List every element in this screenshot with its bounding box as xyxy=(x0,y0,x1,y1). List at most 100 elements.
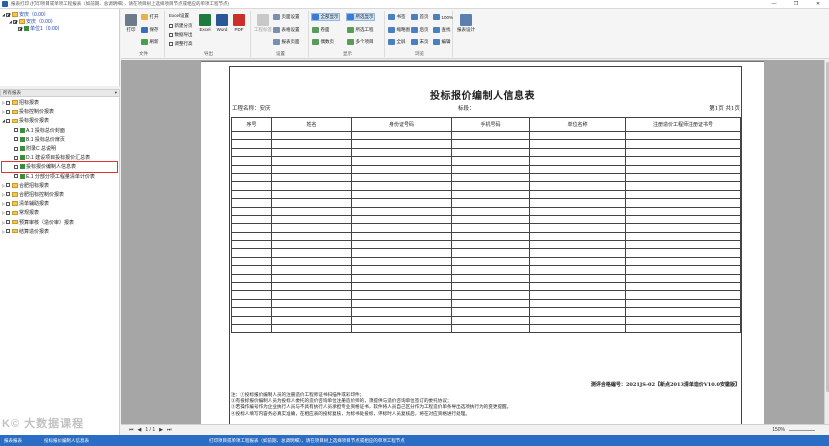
table-cell xyxy=(451,156,530,166)
project-tree-node[interactable]: ◢ 安庆（0.00） xyxy=(2,18,117,25)
report-folder-item[interactable]: ▷ 常规报表 xyxy=(2,208,117,217)
checkbox[interactable] xyxy=(169,33,173,37)
new-sheet-checkbox[interactable]: 新建分页 xyxy=(169,23,193,29)
checkbox[interactable] xyxy=(6,118,10,123)
report-item[interactable]: 附录C 总说明 xyxy=(2,144,117,153)
last-page-icon[interactable]: ⏭ xyxy=(167,427,172,433)
report-folder-item[interactable]: ▷ 合肥招标报表 xyxy=(2,181,117,190)
report-item[interactable]: A.1 投标总价封面 xyxy=(2,126,117,135)
table-cell xyxy=(529,323,626,334)
report-settings-button[interactable]: 报表页面 xyxy=(273,39,300,45)
checkbox[interactable] xyxy=(14,164,18,169)
data-only-checkbox[interactable]: 数据导出 xyxy=(169,32,193,38)
save-button[interactable]: 保存 xyxy=(141,27,159,33)
report-folder-item[interactable]: ▷ 预算审核（造价审）报表 xyxy=(2,217,117,226)
project-tree-node[interactable]: 单位1（0.00） xyxy=(2,25,117,32)
checkbox[interactable] xyxy=(169,42,173,46)
refresh-icon xyxy=(141,39,148,45)
export-excel-button[interactable]: Excel xyxy=(199,14,211,32)
checkbox[interactable] xyxy=(18,26,22,31)
table-cell xyxy=(231,315,272,326)
report-folder-item[interactable]: ▷ 合肥招标控制价报表 xyxy=(2,190,117,199)
first-page-button[interactable]: 首页 xyxy=(411,14,429,20)
table-row xyxy=(231,231,741,242)
prev-page-icon xyxy=(411,27,418,33)
print-label: 打印 xyxy=(126,27,136,32)
report-item[interactable]: 投标报价编制人信息表 xyxy=(1,161,118,173)
even-page-button[interactable]: 偶数页 xyxy=(312,39,334,45)
report-folder-item[interactable]: ▷ 招标报表 xyxy=(2,98,117,107)
last-page-button[interactable]: 末页 xyxy=(411,39,429,45)
selected-show-button[interactable]: 所选显示 xyxy=(346,13,375,21)
checkbox[interactable] xyxy=(14,155,18,160)
report-folder-item[interactable]: ▷ 结算造价报表 xyxy=(2,227,117,236)
checkbox[interactable] xyxy=(14,128,18,133)
table-settings-button[interactable]: 表格设置 xyxy=(273,27,300,33)
filter-project-button[interactable]: 所选工程 xyxy=(347,27,374,33)
checkbox[interactable] xyxy=(6,220,10,225)
cover-button[interactable]: 卷面 xyxy=(312,27,330,33)
report-item-label: 常规报表 xyxy=(19,210,40,217)
edit-button[interactable]: 编辑 xyxy=(433,39,451,45)
project-tree-node[interactable]: ◢ 安庆（0.00） xyxy=(2,11,117,18)
page-setup-button[interactable]: 页面设置 xyxy=(273,14,300,20)
vertical-scrollbar[interactable] xyxy=(824,60,829,435)
workbook-label-button[interactable]: 工程标签 xyxy=(254,14,272,33)
report-design-button[interactable]: 报表设计 xyxy=(457,14,475,33)
prev-page-button[interactable]: 后页 xyxy=(411,27,429,33)
table-cell xyxy=(529,130,626,141)
find-button[interactable]: 查找 xyxy=(433,27,451,33)
close-button[interactable]: ✕ xyxy=(807,0,829,9)
table-cell xyxy=(625,139,741,149)
report-filter-dropdown[interactable]: 所有报表 ▾ xyxy=(0,89,120,97)
checkbox[interactable] xyxy=(6,201,10,206)
report-folder-item[interactable]: ▷ 清单辅助报表 xyxy=(2,199,117,208)
table-row xyxy=(231,298,741,309)
minimize-button[interactable]: — xyxy=(763,0,785,9)
zoom-button[interactable]: 100% xyxy=(433,14,453,20)
report-title: 投标报价编制人信息表 xyxy=(430,91,535,102)
report-item[interactable]: D.1 建设项目投标报价汇总表 xyxy=(2,153,117,162)
full-width-button[interactable]: 全屏 xyxy=(388,39,406,45)
status-left: 报表报表 xyxy=(4,437,22,443)
excel-settings-button[interactable]: Excel设置 xyxy=(169,13,189,19)
checkbox[interactable] xyxy=(6,229,10,234)
bookmark-button[interactable]: 书签 xyxy=(388,14,406,20)
open-button[interactable]: 打开 xyxy=(141,14,159,20)
checkbox[interactable] xyxy=(14,137,18,142)
first-page-icon[interactable]: ⏮ xyxy=(129,427,134,433)
checkbox[interactable] xyxy=(14,174,18,179)
checkbox[interactable] xyxy=(169,24,173,28)
table-cell xyxy=(529,265,626,275)
multi-item-button[interactable]: 多个项目 xyxy=(347,39,374,45)
refresh-button[interactable]: 刷新 xyxy=(141,39,159,45)
maximize-button[interactable]: ❐ xyxy=(785,0,807,9)
checkbox[interactable] xyxy=(6,192,10,197)
checkbox[interactable] xyxy=(13,19,17,24)
export-word-button[interactable]: Word xyxy=(216,14,228,32)
print-button[interactable]: 打印 xyxy=(125,14,137,33)
next-page-icon[interactable]: ▶ xyxy=(159,427,163,433)
report-folder-item[interactable]: ▷ 投标控制价报表 xyxy=(2,107,117,116)
table-cell xyxy=(231,240,272,250)
show-all-button[interactable]: 全部显示 xyxy=(311,13,340,21)
checkbox[interactable] xyxy=(6,109,10,114)
checkbox[interactable] xyxy=(6,12,10,17)
checkbox[interactable] xyxy=(14,146,18,151)
checkbox[interactable] xyxy=(6,210,10,215)
thumbnail-button[interactable]: 缩略图 xyxy=(388,27,410,33)
zoom-slider[interactable] xyxy=(789,430,815,431)
adjust-width-checkbox[interactable]: 调整行高 xyxy=(169,41,193,47)
checkbox[interactable] xyxy=(6,183,10,188)
pdf-label: PDF xyxy=(234,27,244,32)
checkbox[interactable] xyxy=(6,100,10,105)
prev-page-icon[interactable]: ◀ xyxy=(138,427,142,433)
window-controls: — ❐ ✕ xyxy=(763,0,829,9)
report-item[interactable]: B.1 投标总价扉页 xyxy=(2,135,117,144)
window-title: 报表打印 (打印项目或单项工程报表（如前期、总调明细），请在项目树上选择项目节点… xyxy=(11,1,229,6)
report-folder-item[interactable]: ◢ 投标报价报表 xyxy=(2,116,117,125)
export-pdf-button[interactable]: PDF xyxy=(233,14,245,32)
open-label: 打开 xyxy=(149,14,159,19)
scrollbar-thumb[interactable] xyxy=(825,62,829,392)
report-item[interactable]: E.1 分部分项工程量清单计价表 xyxy=(2,172,117,181)
